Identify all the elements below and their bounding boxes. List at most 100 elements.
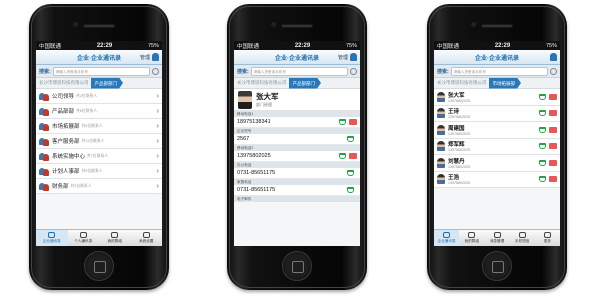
battery: 75% bbox=[345, 42, 357, 49]
field-row: 0731-85651175 bbox=[234, 185, 360, 196]
tab-more[interactable]: 更多 bbox=[535, 230, 560, 246]
phone-call-icon[interactable] bbox=[347, 187, 354, 193]
phone-call-icon[interactable] bbox=[539, 126, 546, 133]
home-button[interactable] bbox=[84, 251, 114, 281]
list-item[interactable]: 周建国 13975802025 bbox=[434, 122, 560, 139]
department-name: 财务部 bbox=[52, 184, 69, 190]
home-button[interactable] bbox=[282, 251, 312, 281]
phone-call-icon[interactable] bbox=[347, 170, 354, 176]
phone-call-icon[interactable] bbox=[339, 153, 346, 159]
sms-icon[interactable] bbox=[549, 126, 557, 133]
phone-call-icon[interactable] bbox=[539, 143, 546, 150]
avatar bbox=[437, 108, 445, 119]
app-header: 企业·企业通讯录 bbox=[434, 50, 560, 65]
breadcrumb-root[interactable]: 长沙市博思科技有限公司 bbox=[437, 80, 487, 86]
phone-call-icon[interactable] bbox=[539, 159, 546, 166]
sms-icon[interactable] bbox=[549, 159, 557, 166]
status-bar: 中国联通 22:29 75% bbox=[434, 41, 560, 50]
search-input[interactable]: 请输入拼音或手机号 bbox=[52, 66, 150, 76]
list-item[interactable]: 郑军辉 13975802025 bbox=[434, 138, 560, 155]
list-item[interactable]: 王浩 13975802025 bbox=[434, 171, 560, 188]
department-name: 市场拓展部 bbox=[52, 124, 80, 130]
sms-icon[interactable] bbox=[549, 143, 557, 150]
user-icon bbox=[152, 53, 159, 61]
camera bbox=[271, 22, 276, 27]
contact-name: 张大军 bbox=[256, 92, 279, 101]
department-row[interactable]: 产品部部 共6位联系人 › bbox=[36, 104, 162, 119]
department-row[interactable]: 市场拓展部 共6位联系人 › bbox=[36, 119, 162, 134]
user-button[interactable] bbox=[550, 53, 557, 61]
contact-name: 刘慧丹 bbox=[448, 158, 465, 165]
tab-messages[interactable]: 消息管理 bbox=[484, 230, 509, 246]
list-item[interactable]: 张大军 13975802025 bbox=[434, 89, 560, 106]
tab-my-groups[interactable]: 我的群组 bbox=[459, 230, 484, 246]
clock: 22:29 bbox=[294, 42, 311, 49]
contact-phone: 13975802025 bbox=[448, 115, 470, 120]
search-icon[interactable] bbox=[350, 67, 357, 75]
tab-my-groups[interactable]: 我的群组 bbox=[99, 230, 131, 246]
screen-contact-list: 中国联通 22:29 75% 企业·企业通讯录 搜索: 请输入拼音或手机号 长沙… bbox=[434, 41, 560, 246]
avatar bbox=[437, 124, 445, 135]
tab-enterprise-contacts[interactable]: 企业通讯录 bbox=[36, 230, 68, 246]
user-button[interactable]: 管理 bbox=[338, 53, 357, 61]
app-header: 企业·企业通讯录 管理 bbox=[36, 50, 162, 65]
breadcrumb-current[interactable]: 产品部部门 bbox=[90, 77, 123, 89]
avatar bbox=[437, 91, 445, 102]
tab-bar: 企业通讯录 个人通讯录 我的群组 系统设置 bbox=[36, 229, 162, 246]
speaker bbox=[481, 24, 513, 28]
group-icon bbox=[39, 152, 49, 161]
search-icon[interactable] bbox=[152, 67, 159, 75]
carrier: 中国联通 bbox=[237, 43, 260, 50]
phone-call-icon[interactable] bbox=[539, 176, 546, 183]
phone-call-icon[interactable] bbox=[539, 93, 546, 100]
speaker bbox=[83, 24, 115, 28]
user-button[interactable]: 管理 bbox=[140, 53, 159, 61]
list-item[interactable]: 刘慧丹 13975802025 bbox=[434, 155, 560, 172]
phone-call-icon[interactable] bbox=[339, 119, 346, 125]
department-row[interactable]: 财务部 共3位联系人 › bbox=[36, 179, 162, 194]
phone-call-icon[interactable] bbox=[539, 110, 546, 117]
sms-icon[interactable] bbox=[549, 93, 557, 100]
search-input[interactable]: 请输入拼音或手机号 bbox=[450, 66, 548, 76]
breadcrumb-current[interactable]: 市场拓展部 bbox=[488, 77, 521, 89]
search-label: 搜索: bbox=[237, 68, 249, 75]
sms-tab-icon bbox=[518, 232, 526, 238]
field-value: 2567 bbox=[237, 136, 250, 142]
department-row[interactable]: 计划人事部 共6位联系人 › bbox=[36, 164, 162, 179]
field-value: 0731-85651175 bbox=[237, 170, 276, 176]
chevron-right-icon: › bbox=[156, 182, 159, 190]
tab-enterprise-contacts[interactable]: 企业通讯录 bbox=[434, 230, 460, 246]
breadcrumb-current[interactable]: 产品部部门 bbox=[288, 77, 321, 89]
department-count: 共6位联系人 bbox=[81, 168, 103, 173]
breadcrumb-root[interactable]: 长沙市博思科技有限公司 bbox=[39, 80, 89, 86]
sms-icon[interactable] bbox=[349, 119, 357, 125]
sms-icon[interactable] bbox=[349, 153, 357, 159]
tab-personal-contacts[interactable]: 个人通讯录 bbox=[68, 230, 100, 246]
search-icon[interactable] bbox=[550, 67, 557, 75]
department-row[interactable]: 客户服务部 共11位联系人 › bbox=[36, 134, 162, 149]
breadcrumb: 长沙市博思科技有限公司 产品部部门 bbox=[234, 77, 360, 89]
chevron-right-icon: › bbox=[156, 137, 159, 145]
phone-call-icon[interactable] bbox=[347, 136, 354, 142]
department-row[interactable]: 系统实施中心 共7位联系人 › bbox=[36, 149, 162, 164]
department-name: 公司领导 bbox=[52, 94, 75, 100]
tab-sms[interactable]: 手机短信 bbox=[510, 230, 535, 246]
department-row[interactable]: 公司领导 共2位联系人 › bbox=[36, 89, 162, 104]
group-icon bbox=[39, 92, 49, 101]
search-label: 搜索: bbox=[39, 68, 51, 75]
sms-icon[interactable] bbox=[549, 176, 557, 183]
contact-phone: 13975802025 bbox=[448, 164, 470, 169]
chevron-right-icon: › bbox=[156, 167, 159, 175]
clock: 22:29 bbox=[96, 42, 113, 49]
tab-settings[interactable]: 系统设置 bbox=[131, 230, 163, 246]
list-item[interactable]: 王诗 13975802025 bbox=[434, 105, 560, 122]
app-title: 企业·企业通讯录 bbox=[275, 55, 319, 62]
breadcrumb-root[interactable]: 长沙市博思科技有限公司 bbox=[237, 80, 287, 86]
contact-phone: 13975802025 bbox=[448, 98, 470, 103]
sms-icon[interactable] bbox=[549, 110, 557, 117]
tab-label: 企业通讯录 bbox=[42, 239, 61, 243]
search-input[interactable]: 请输入拼音或手机号 bbox=[250, 66, 348, 76]
chevron-right-icon: › bbox=[156, 92, 159, 100]
group-icon bbox=[39, 167, 49, 176]
home-button[interactable] bbox=[482, 251, 512, 281]
